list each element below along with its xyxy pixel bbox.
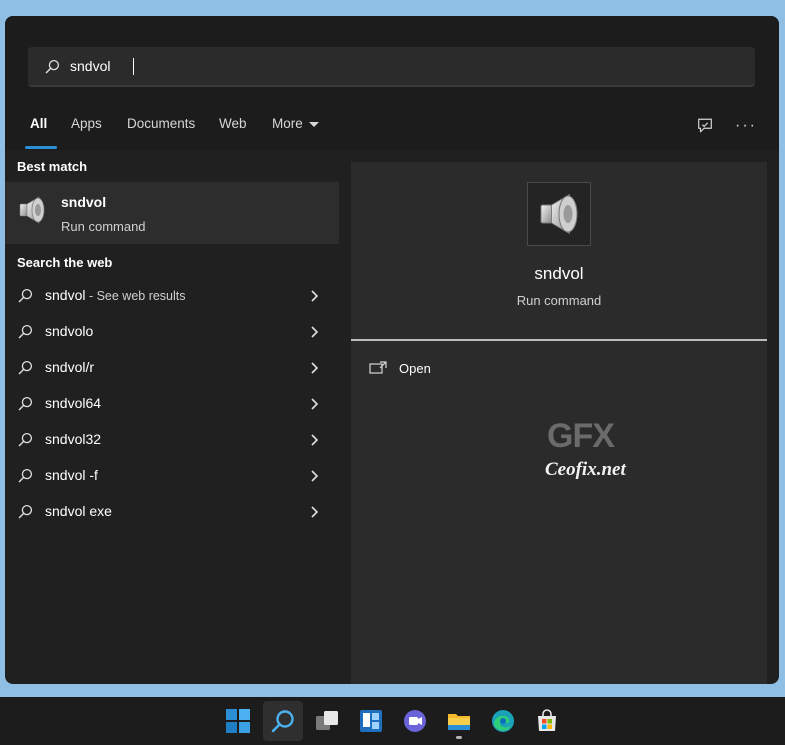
web-result-item[interactable]: sndvolo	[5, 314, 339, 350]
search-icon	[18, 396, 33, 411]
search-header: All Apps Documents Web More ···	[5, 16, 779, 150]
tab-all[interactable]: All	[30, 116, 47, 131]
start-search-panel: All Apps Documents Web More ··· Best mat…	[5, 16, 779, 684]
best-match-item[interactable]: sndvol Run command	[5, 182, 339, 244]
tab-web[interactable]: Web	[219, 116, 247, 131]
preview-pane: sndvol Run command Open GFX Ceofix.net	[351, 162, 767, 684]
web-result-query: sndvol64	[45, 395, 102, 411]
tab-more-label: More	[272, 116, 303, 131]
search-icon	[18, 324, 33, 339]
search-icon	[18, 504, 33, 519]
tab-documents[interactable]: Documents	[127, 116, 195, 131]
best-match-subtitle: Run command	[61, 219, 146, 234]
search-box[interactable]	[28, 47, 755, 87]
best-match-title: sndvol	[61, 194, 107, 210]
chevron-right-icon	[311, 398, 319, 410]
text-caret	[133, 58, 134, 75]
web-result-query: sndvol32	[45, 431, 102, 447]
open-icon	[369, 361, 387, 374]
web-result-query: sndvolo	[45, 323, 94, 339]
watermark-text: Ceofix.net	[545, 459, 626, 480]
search-web-heading: Search the web	[17, 255, 113, 270]
search-icon	[18, 360, 33, 375]
file-explorer-button[interactable]	[439, 701, 479, 741]
tab-apps[interactable]: Apps	[71, 116, 102, 131]
speaker-icon	[19, 196, 45, 224]
search-icon	[45, 59, 60, 73]
speaker-icon	[540, 193, 578, 235]
windows-start-icon	[226, 709, 250, 733]
chevron-right-icon	[311, 434, 319, 446]
web-result-item[interactable]: sndvol32	[5, 422, 339, 458]
taskbar	[0, 697, 785, 745]
feedback-icon	[698, 118, 712, 133]
watermark-logo: GFX	[547, 417, 615, 455]
web-result-item[interactable]: sndvol/r	[5, 350, 339, 386]
running-indicator	[456, 736, 462, 739]
chevron-right-icon	[311, 506, 319, 518]
watermark: GFX Ceofix.net	[529, 417, 659, 497]
web-result-item[interactable]: sndvol - See web results	[5, 278, 339, 314]
chevron-right-icon	[311, 290, 319, 302]
web-result-query: sndvol	[45, 287, 86, 303]
tab-more[interactable]: More	[272, 116, 319, 131]
search-icon	[18, 468, 33, 483]
widgets-icon	[360, 710, 382, 732]
task-view-button[interactable]	[307, 701, 347, 741]
web-result-query: sndvol -f	[45, 467, 98, 483]
web-result-item[interactable]: sndvol -f	[5, 458, 339, 494]
web-result-suffix: - See web results	[85, 289, 186, 303]
web-result-item[interactable]: sndvol64	[5, 386, 339, 422]
store-button[interactable]	[527, 701, 567, 741]
chevron-right-icon	[311, 362, 319, 374]
search-input[interactable]	[70, 58, 720, 74]
web-result-query: sndvol/r	[45, 359, 95, 375]
start-button[interactable]	[218, 701, 258, 741]
preview-divider	[351, 339, 767, 341]
chat-icon	[404, 710, 426, 732]
search-icon	[271, 710, 294, 733]
search-taskbar-button[interactable]	[263, 701, 303, 741]
preview-app-tile	[527, 182, 591, 246]
active-tab-indicator	[25, 146, 57, 149]
open-action[interactable]: Open	[369, 356, 569, 380]
more-options-button[interactable]: ···	[732, 112, 760, 140]
web-result-item[interactable]: sndvol exe	[5, 494, 339, 530]
teams-chat-button[interactable]	[395, 701, 435, 741]
chevron-down-icon	[308, 121, 319, 127]
open-label: Open	[399, 360, 431, 376]
filter-tabs: All Apps Documents Web More ···	[5, 108, 779, 150]
folder-icon	[448, 714, 470, 730]
preview-subtitle: Run command	[516, 293, 602, 308]
widgets-button[interactable]	[351, 701, 391, 741]
edge-icon	[492, 710, 514, 732]
edge-button[interactable]	[483, 701, 523, 741]
best-match-heading: Best match	[17, 159, 88, 174]
more-options-icon: ···	[735, 117, 757, 134]
chevron-right-icon	[311, 470, 319, 482]
task-view-icon	[316, 711, 338, 730]
feedback-button[interactable]	[691, 112, 719, 140]
search-icon	[18, 432, 33, 447]
chevron-right-icon	[311, 326, 319, 338]
web-result-query: sndvol exe	[45, 503, 112, 519]
results-list: Best match sndvol Run command Search the…	[5, 150, 339, 684]
preview-title: sndvol	[534, 264, 584, 283]
search-icon	[18, 288, 33, 303]
store-icon	[538, 709, 556, 731]
